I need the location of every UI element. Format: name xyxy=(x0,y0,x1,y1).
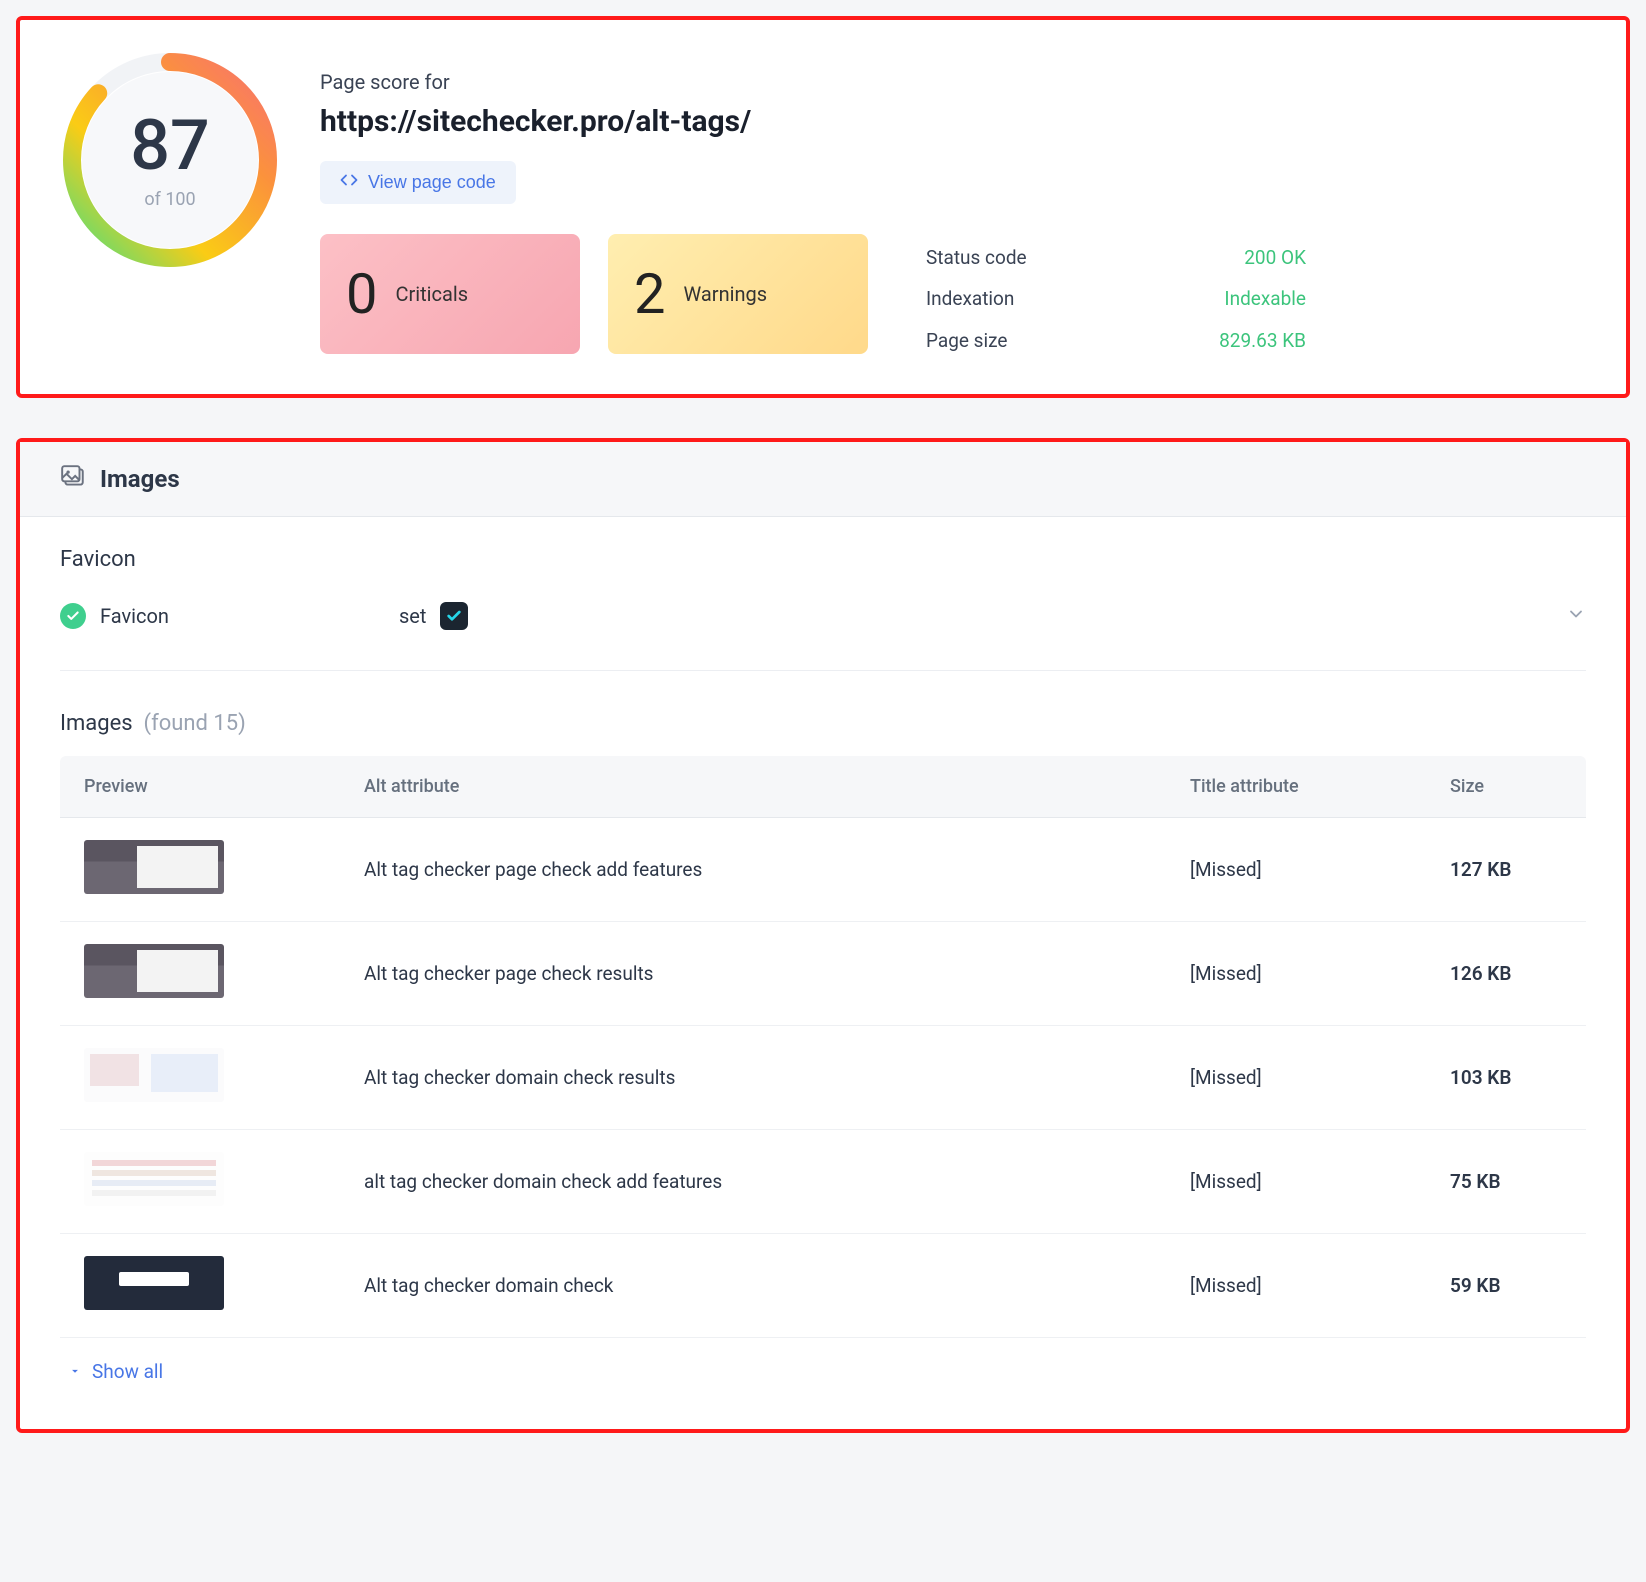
alt-attribute-cell: Alt tag checker page check results xyxy=(340,922,1166,1026)
images-count-heading: Images (found 15) xyxy=(60,711,1586,736)
show-all-button[interactable]: Show all xyxy=(60,1338,1586,1389)
warnings-label: Warnings xyxy=(683,282,767,306)
page-url: https://sitechecker.pro/alt-tags/ xyxy=(320,104,1586,139)
favicon-row[interactable]: Favicon set xyxy=(60,594,1586,671)
table-row[interactable]: Alt tag checker domain check results[Mis… xyxy=(60,1026,1586,1130)
favicon-preview-icon xyxy=(440,602,468,630)
table-row[interactable]: alt tag checker domain check add feature… xyxy=(60,1130,1586,1234)
table-row[interactable]: Alt tag checker page check add features[… xyxy=(60,818,1586,922)
images-section-header: Images xyxy=(20,442,1626,517)
title-attribute-cell: [Missed] xyxy=(1166,922,1426,1026)
check-circle-icon xyxy=(60,603,86,629)
size-cell: 75 KB xyxy=(1426,1130,1586,1234)
table-row[interactable]: Alt tag checker domain check[Missed]59 K… xyxy=(60,1234,1586,1338)
alt-attribute-cell: Alt tag checker page check add features xyxy=(340,818,1166,922)
score-gauge: 87 of 100 xyxy=(60,50,280,270)
caret-down-icon xyxy=(68,1360,82,1383)
view-page-code-label: View page code xyxy=(368,172,496,193)
score-value: 87 xyxy=(130,111,210,181)
view-page-code-button[interactable]: View page code xyxy=(320,161,516,204)
status-code-label: Status code xyxy=(926,246,1126,269)
show-all-label: Show all xyxy=(92,1360,163,1383)
images-table: Preview Alt attribute Title attribute Si… xyxy=(60,756,1586,1338)
size-cell: 103 KB xyxy=(1426,1026,1586,1130)
table-row[interactable]: Alt tag checker page check results[Misse… xyxy=(60,922,1586,1026)
images-title: Images xyxy=(100,465,180,493)
score-max-label: of 100 xyxy=(144,189,195,210)
favicon-row-label: Favicon xyxy=(100,604,169,628)
col-preview: Preview xyxy=(60,756,340,818)
warnings-box[interactable]: 2 Warnings xyxy=(608,234,868,354)
title-attribute-cell: [Missed] xyxy=(1166,1026,1426,1130)
status-code-value: 200 OK xyxy=(1126,246,1306,269)
title-attribute-cell: [Missed] xyxy=(1166,818,1426,922)
image-thumbnail xyxy=(84,944,224,998)
col-title: Title attribute xyxy=(1166,756,1426,818)
page-size-value: 829.63 KB xyxy=(1126,329,1306,352)
image-thumbnail xyxy=(84,1256,224,1310)
page-stats: Status code 200 OK Indexation Indexable … xyxy=(896,234,1306,354)
indexation-value: Indexable xyxy=(1126,287,1306,310)
warnings-count: 2 xyxy=(634,261,665,327)
favicon-status-text: set xyxy=(399,604,426,628)
page-score-card: 87 of 100 Page score for https://siteche… xyxy=(16,16,1630,398)
images-icon xyxy=(60,464,86,494)
image-thumbnail xyxy=(84,1048,224,1102)
size-cell: 59 KB xyxy=(1426,1234,1586,1338)
image-thumbnail xyxy=(84,840,224,894)
images-card: Images Favicon Favicon set Images (found… xyxy=(16,438,1630,1433)
title-attribute-cell: [Missed] xyxy=(1166,1234,1426,1338)
alt-attribute-cell: alt tag checker domain check add feature… xyxy=(340,1130,1166,1234)
title-attribute-cell: [Missed] xyxy=(1166,1130,1426,1234)
size-cell: 126 KB xyxy=(1426,922,1586,1026)
page-score-for-label: Page score for xyxy=(320,70,1586,94)
col-size: Size xyxy=(1426,756,1586,818)
criticals-label: Criticals xyxy=(395,282,468,306)
images-found-count: (found 15) xyxy=(144,711,246,736)
col-alt: Alt attribute xyxy=(340,756,1166,818)
images-subheading: Images xyxy=(60,711,133,736)
favicon-heading: Favicon xyxy=(60,547,1586,572)
alt-attribute-cell: Alt tag checker domain check xyxy=(340,1234,1166,1338)
image-thumbnail xyxy=(84,1152,224,1206)
criticals-count: 0 xyxy=(346,261,377,327)
page-size-label: Page size xyxy=(926,329,1126,352)
criticals-box[interactable]: 0 Criticals xyxy=(320,234,580,354)
chevron-down-icon[interactable] xyxy=(1566,604,1586,628)
size-cell: 127 KB xyxy=(1426,818,1586,922)
code-icon xyxy=(340,171,358,194)
alt-attribute-cell: Alt tag checker domain check results xyxy=(340,1026,1166,1130)
indexation-label: Indexation xyxy=(926,287,1126,310)
